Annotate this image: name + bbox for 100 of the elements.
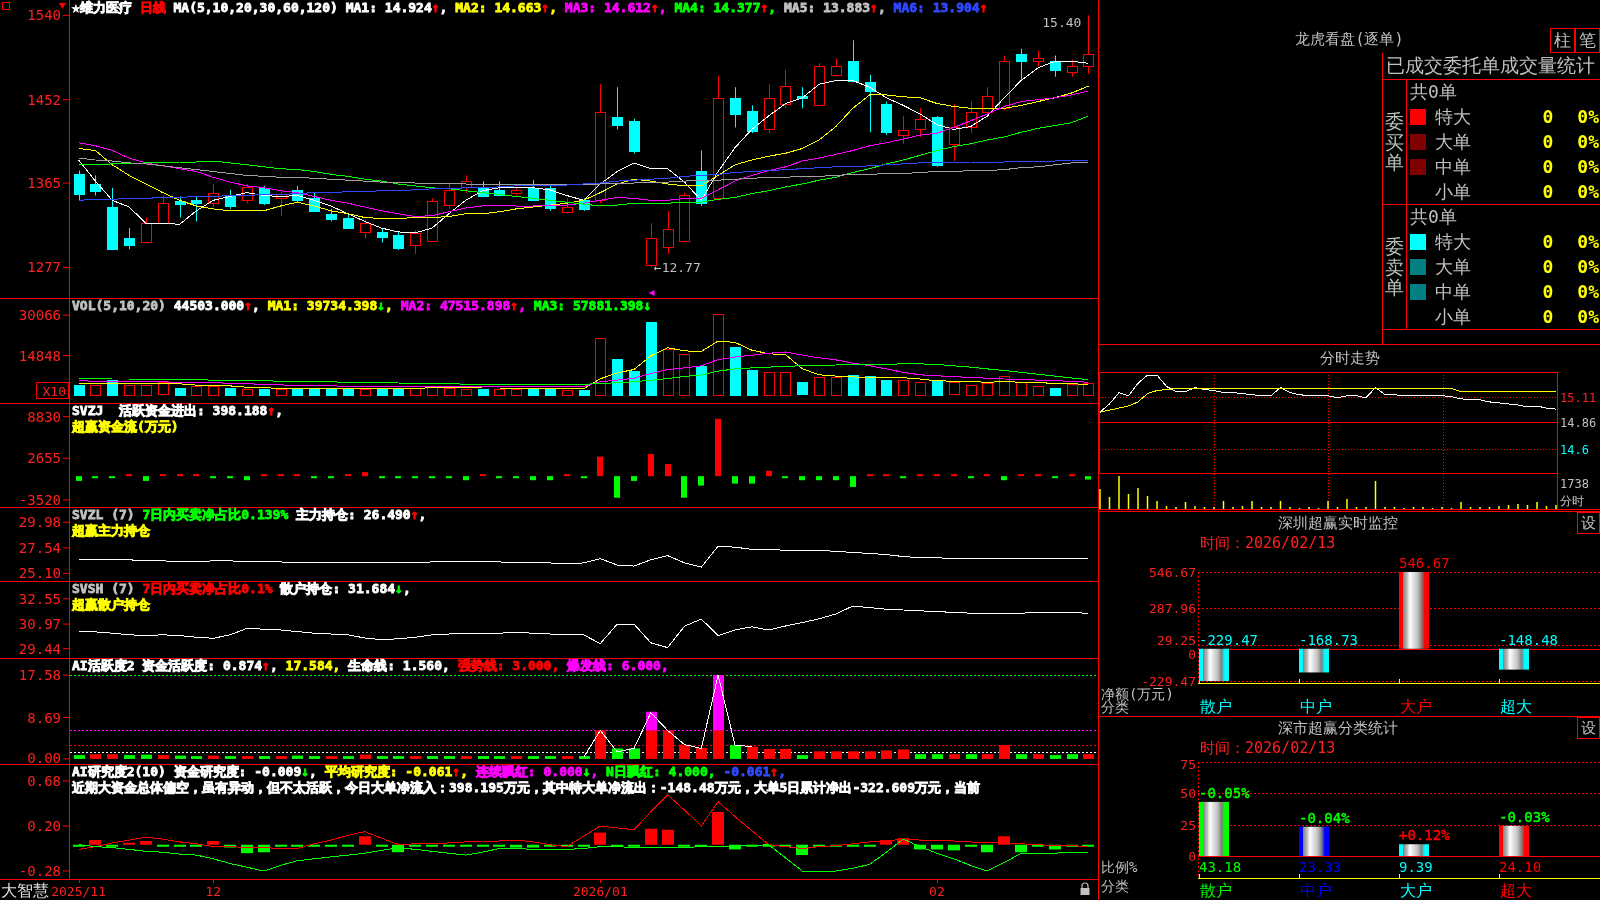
axis-label: 02	[929, 883, 945, 899]
axis-title: 分类	[1101, 878, 1129, 894]
axis-label: 8830	[27, 408, 61, 425]
category-label: 大户	[1400, 696, 1432, 716]
indicator-note: 超赢散户持仓	[72, 597, 150, 613]
order-size-label: 小单	[1434, 179, 1471, 204]
axis-label: 1452	[27, 91, 61, 108]
order-total: 共0单	[1410, 205, 1457, 229]
order-size-label: 特大	[1434, 104, 1471, 129]
value-label: 24.10	[1499, 859, 1542, 875]
indicator-legend: SVZL (7) 7日内买卖净占比0.139% 主力持仓: 26.490↑,	[72, 507, 427, 523]
price-label: ←12.77	[653, 259, 701, 275]
order-share: 0%	[1577, 256, 1600, 277]
order-share: 0%	[1577, 181, 1600, 202]
order-size-label: 中单	[1434, 279, 1471, 304]
axis-label: 14.6	[1560, 442, 1589, 457]
change-label: -0.05%	[1199, 784, 1250, 801]
value-label: 43.18	[1199, 859, 1242, 875]
axis-label: -3520	[18, 491, 61, 508]
panel-title: 分时走势	[1319, 349, 1380, 368]
axis-label: 1365	[27, 175, 61, 192]
axis-label: 75	[1180, 757, 1196, 772]
panel-title: 深市超赢分类统计	[1278, 718, 1398, 738]
category-label: 中户	[1300, 696, 1332, 716]
order-count: 0	[1542, 256, 1554, 277]
category-label: 大户	[1400, 880, 1432, 900]
value-label: 9.39	[1399, 859, 1433, 875]
axis-label: 546.67	[1149, 565, 1196, 580]
category-label: 超大	[1500, 696, 1532, 716]
category-label: 散户	[1200, 880, 1232, 900]
indicator-legend: AI活跃度2 资金活跃度: 0.874↑, 17.584, 生命线: 1.560, 强势线: 3.000, 爆发线: 6.000,	[72, 658, 669, 674]
order-size-label: 大单	[1434, 254, 1471, 279]
order-share: 0%	[1577, 106, 1600, 127]
brand-name: 大智慧	[1, 880, 49, 900]
axis-label: 29.44	[18, 640, 61, 657]
table-title: 已成交委托单成交量统计	[1386, 53, 1595, 78]
value-label: 546.67	[1399, 555, 1450, 571]
axis-label: 32.55	[18, 590, 61, 607]
order-share: 0%	[1577, 306, 1600, 327]
value-label: -168.73	[1299, 631, 1358, 648]
panel-title: 龙虎看盘(逐单)	[1295, 30, 1404, 50]
axis-label: 1277	[27, 259, 61, 276]
chart-subtitle: 时间：2026/02/13	[1200, 534, 1336, 553]
axis-label: 0.00	[27, 750, 61, 765]
category-label: 中户	[1300, 880, 1332, 900]
scale-label: 1738	[1560, 477, 1589, 491]
unit-tag: X10	[36, 382, 69, 399]
axis-label: 15.11	[1560, 390, 1597, 405]
axis-label: 2026/01	[572, 883, 628, 899]
indicator-legend: SVSH (7) 7日内买卖净占比0.1% 散户持仓: 31.684↓,	[72, 581, 411, 597]
order-size-label: 大单	[1434, 129, 1471, 154]
axis-label: 0.68	[27, 772, 61, 789]
category-label: 超大	[1500, 880, 1532, 900]
order-size-label: 小单	[1434, 304, 1471, 329]
axis-label: -0.28	[18, 863, 61, 879]
indicator-legend: AI研究度2(10) 资金研究度: -0.009↓, 平均研究度: -0.061↑, 连续飘红: 0.000↓, N日飘红: 4.000, -0.061↑,	[72, 764, 786, 780]
y-axis-title: X10	[42, 383, 66, 399]
axis-label: 0	[1188, 849, 1196, 864]
indicator-note: 超赢主力持仓	[72, 523, 150, 539]
indicator-legend: VOL(5,10,20) 44503.000↑, MA1: 39734.398↓, MA2: 47515.898↑, MA3: 57881.398↓	[72, 298, 652, 314]
panel-title: 深圳超赢实时监控	[1278, 513, 1398, 533]
axis-label: -229.47	[1141, 674, 1196, 689]
axis-label: 27.54	[18, 539, 61, 556]
axis-label: 29.25	[1156, 633, 1196, 648]
axis-label: 0	[1188, 647, 1196, 662]
axis-label: 30.97	[18, 616, 61, 633]
order-count: 0	[1542, 281, 1554, 302]
axis-label: 50	[1180, 786, 1196, 801]
order-count: 0	[1542, 181, 1554, 202]
change-label: -0.03%	[1499, 808, 1550, 825]
order-count: 0	[1542, 106, 1554, 127]
value-label: -229.47	[1199, 631, 1258, 648]
side-label: 委买单	[1385, 110, 1404, 174]
order-count: 0	[1542, 156, 1554, 177]
price-label: 15.40	[1042, 14, 1082, 30]
axis-label: 25.10	[18, 565, 61, 582]
indicator-legend: SVZJ 活跃资金进出: 398.188↑,	[72, 403, 284, 419]
chart-subtitle: 时间：2026/02/13	[1200, 738, 1336, 758]
change-label: +0.12%	[1399, 827, 1450, 844]
axis-label: 17.58	[18, 667, 61, 684]
indicator-note: 超赢资金流(万元)	[72, 419, 179, 435]
side-label: 委卖单	[1385, 235, 1404, 299]
order-count: 0	[1542, 231, 1554, 252]
value-label: -148.48	[1499, 631, 1558, 648]
axis-label: 2655	[27, 450, 61, 467]
axis-label: 14848	[18, 347, 61, 364]
axis-label: 14.86	[1560, 415, 1597, 430]
axis-title: 净额(万元)	[1101, 686, 1174, 702]
axis-label: 29.98	[18, 514, 61, 531]
order-count: 0	[1542, 131, 1554, 152]
order-total: 共0单	[1410, 80, 1457, 104]
order-share: 0%	[1577, 156, 1600, 177]
indicator-legend: ★维力医疗 日线 MA(5,10,20,30,60,120) MA1: 14.924↑, MA2: 14.663↑, MA3: 14.612↑, MA4: 14.377↑, MA5: 13.883↑, MA6: 13.904↑	[72, 0, 988, 16]
order-share: 0%	[1577, 231, 1600, 252]
axis-label: 30066	[18, 307, 61, 324]
axis-label: 2025/11	[51, 883, 106, 899]
axis-label: 1540	[27, 7, 61, 24]
order-share: 0%	[1577, 281, 1600, 302]
order-count: 0	[1542, 306, 1554, 327]
indicator-note: 近期大资金总体偏空，虽有异动，但不太活跃，今日大单净流入：398.195万元，其中特大单净流出：-148.48万元，大单5日累计净出-322.609万元，当前	[72, 780, 980, 796]
